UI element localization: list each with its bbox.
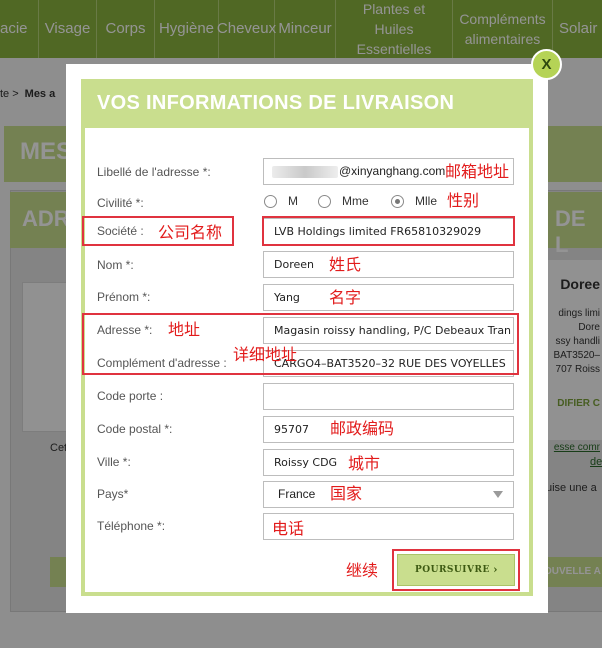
radio-mlle[interactable] xyxy=(391,194,404,208)
pays-select[interactable]: France xyxy=(263,481,514,508)
modal-title: VOS INFORMATIONS DE LIVRAISON xyxy=(97,92,455,114)
code-porte-input[interactable] xyxy=(263,383,514,410)
chevron-down-icon xyxy=(493,491,503,498)
annotation-country: 国家 xyxy=(330,484,363,503)
libelle-value: @xinyanghang.com xyxy=(339,164,446,178)
radio-mme[interactable] xyxy=(318,194,331,208)
annotation-address-detail: 详细地址 xyxy=(233,345,298,364)
annotation-address: 地址 xyxy=(168,320,201,339)
pays-value: France xyxy=(278,487,316,501)
label-code-postal: Code postal *: xyxy=(97,422,173,436)
annotation-box-company-field xyxy=(262,216,515,246)
radio-m[interactable] xyxy=(264,194,277,208)
label-ville: Ville *: xyxy=(97,455,131,469)
annotation-surname: 姓氏 xyxy=(329,255,362,274)
annotation-box-continue xyxy=(392,549,520,591)
nom-input[interactable]: Doreen xyxy=(263,251,514,278)
annotation-continue: 继续 xyxy=(346,561,379,580)
annotation-given-name: 名字 xyxy=(329,288,362,307)
annotation-city: 城市 xyxy=(348,454,381,473)
civility-m[interactable]: M xyxy=(264,194,298,208)
label-code-porte: Code porte : xyxy=(97,389,164,403)
civility-mme-label: Mme xyxy=(342,194,369,208)
annotation-box-address xyxy=(82,313,519,375)
civility-mlle-label: Mlle xyxy=(415,194,438,208)
civility-mme[interactable]: Mme xyxy=(318,194,369,208)
civility-m-label: M xyxy=(288,194,298,208)
annotation-phone: 电话 xyxy=(272,519,305,538)
label-libelle: Libellé de l'adresse *: xyxy=(97,165,211,179)
annotation-email: 邮箱地址 xyxy=(445,162,510,181)
label-nom: Nom *: xyxy=(97,258,134,272)
annotation-gender: 性别 xyxy=(447,191,480,210)
ville-input[interactable]: Roissy CDG xyxy=(263,449,514,476)
annotation-postal: 邮政编码 xyxy=(330,419,395,438)
close-button[interactable]: X xyxy=(531,49,562,80)
prenom-input[interactable]: Yang xyxy=(263,284,514,311)
label-pays: Pays* xyxy=(97,487,129,501)
annotation-company: 公司名称 xyxy=(158,223,223,242)
civility-mlle[interactable]: Mlle xyxy=(391,194,437,208)
label-telephone: Téléphone *: xyxy=(97,519,166,533)
label-civilite: Civilité *: xyxy=(97,196,144,210)
label-prenom: Prénom *: xyxy=(97,290,151,304)
masked-text xyxy=(272,165,338,178)
